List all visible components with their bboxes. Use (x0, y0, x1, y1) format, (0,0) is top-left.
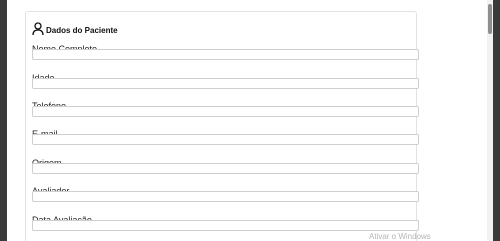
avaliador-input[interactable] (32, 191, 419, 202)
idade-input[interactable] (32, 78, 419, 89)
nome-completo-input[interactable] (32, 49, 419, 60)
window-frame-right (493, 0, 500, 241)
email-input[interactable] (32, 134, 419, 145)
scrollbar-thumb[interactable] (488, 4, 492, 34)
windows-activation-watermark: Ativar o Windows (369, 232, 431, 241)
patient-data-card: Dados do Paciente Nome Completo Idade Te… (25, 11, 419, 241)
card-header: Dados do Paciente (32, 20, 118, 38)
data-avaliacao-input[interactable] (32, 220, 419, 231)
page-viewport: Dados do Paciente Nome Completo Idade Te… (7, 0, 493, 241)
user-icon (32, 22, 44, 36)
window-frame-left (0, 0, 7, 241)
origem-input[interactable] (32, 163, 419, 174)
telefone-input[interactable] (32, 106, 419, 117)
card-title: Dados do Paciente (46, 25, 118, 35)
